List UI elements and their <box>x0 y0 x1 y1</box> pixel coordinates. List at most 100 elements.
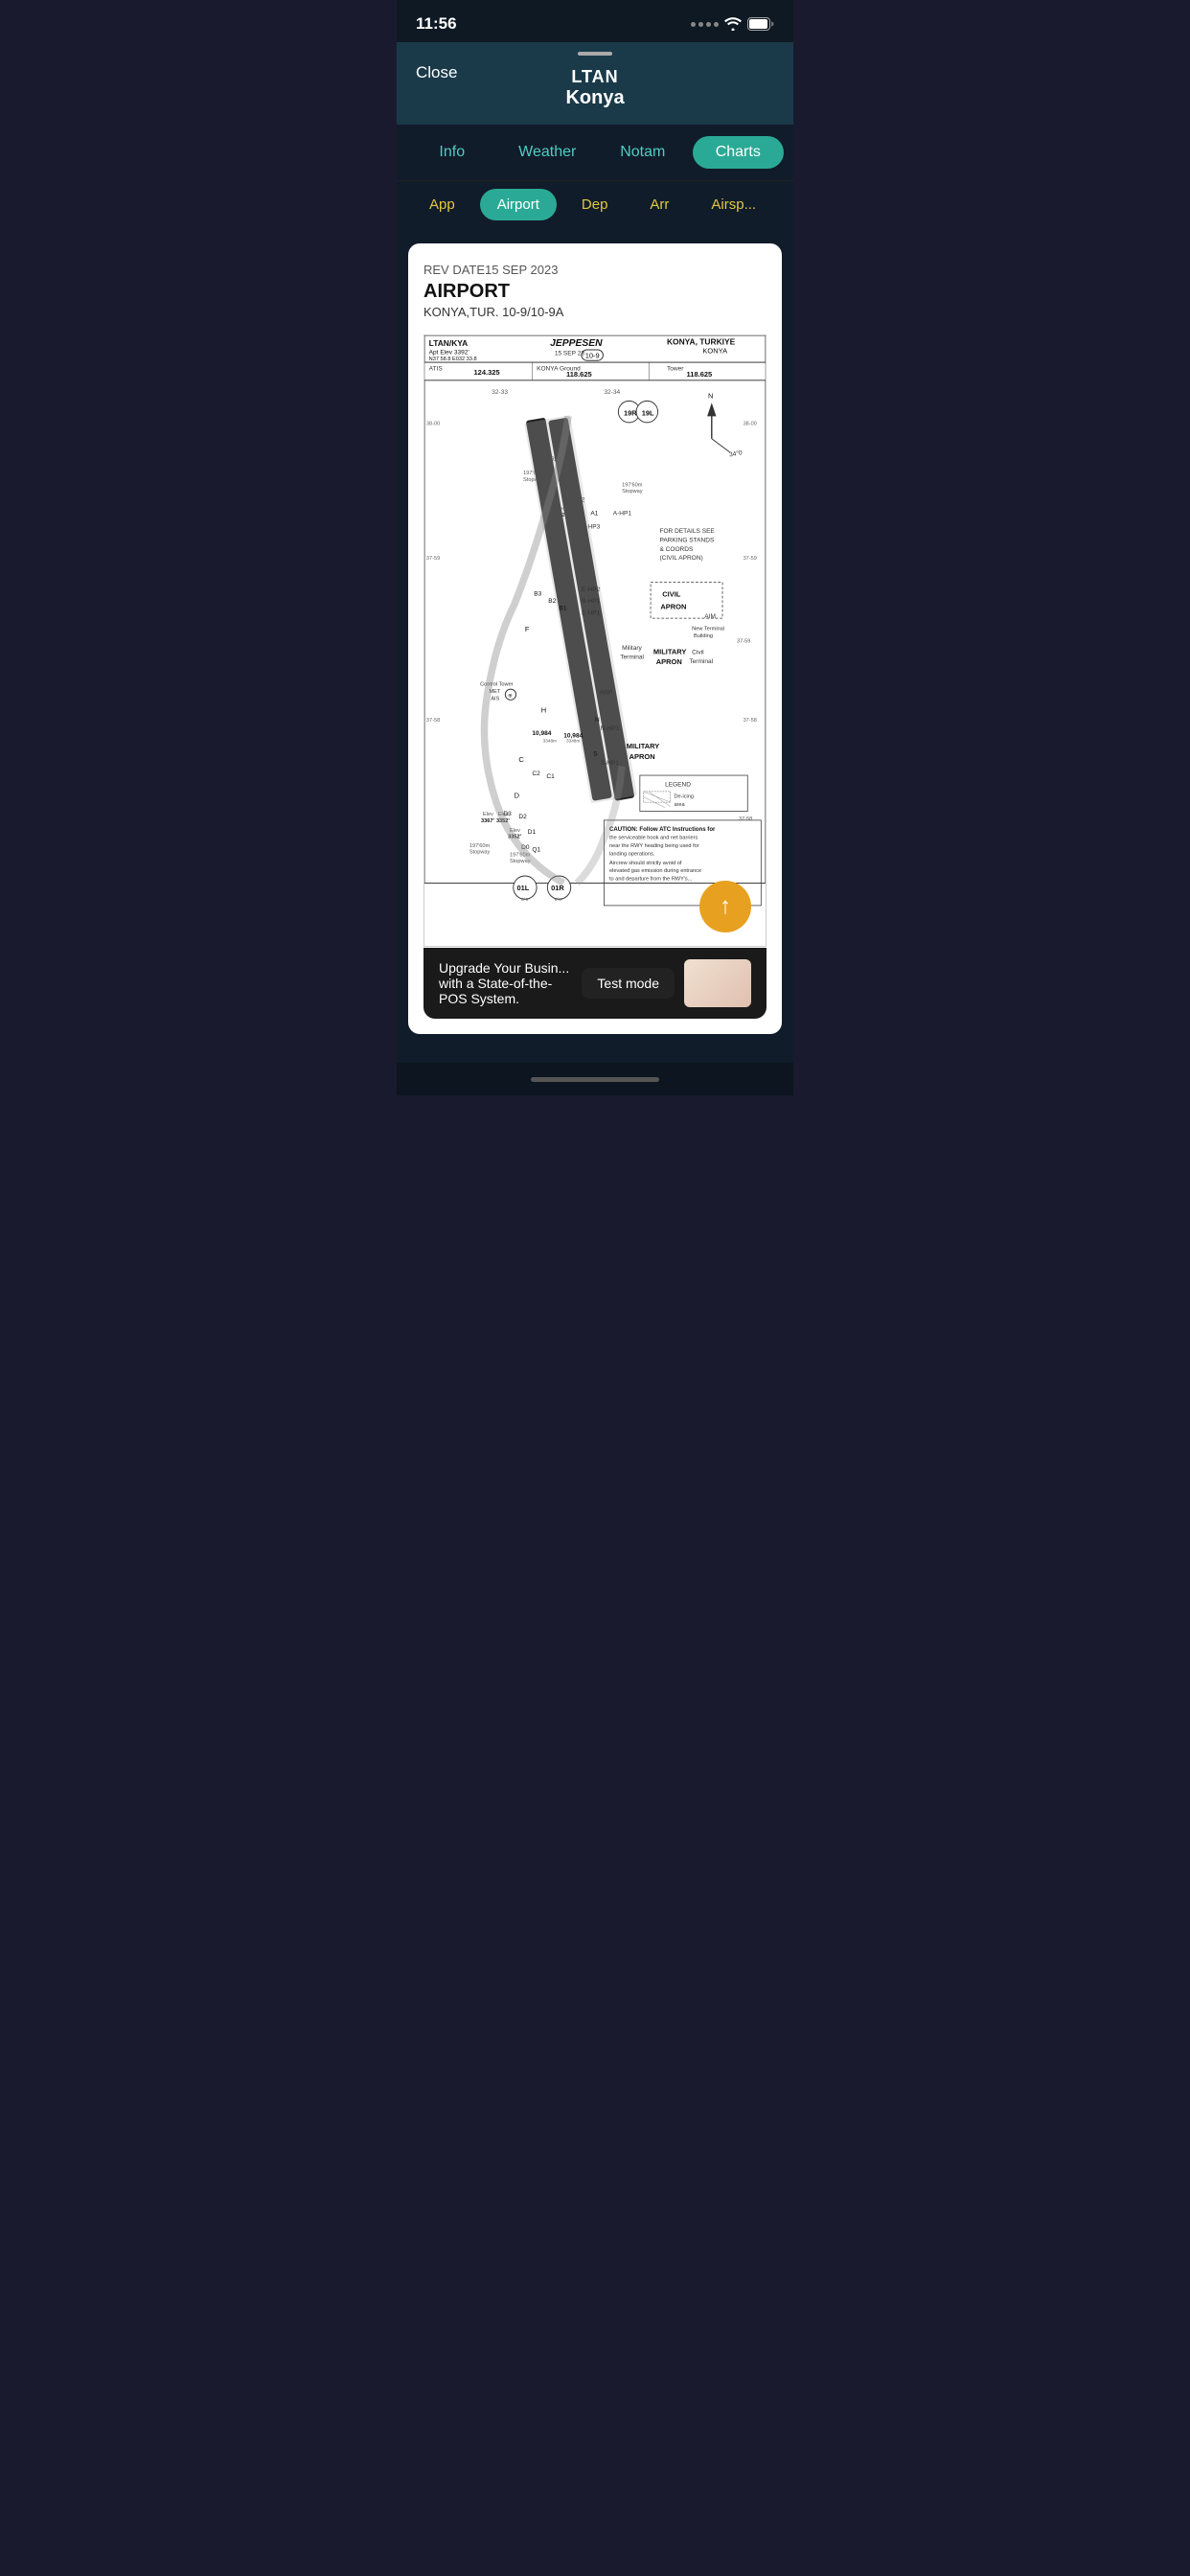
subtab-airsp[interactable]: Airsp... <box>694 189 773 220</box>
svg-text:37-58: 37-58 <box>739 816 752 822</box>
header: Close LTAN Konya <box>397 42 793 125</box>
svg-text:F: F <box>525 625 530 633</box>
svg-text:MILITARY: MILITARY <box>627 742 660 750</box>
svg-text:AIS: AIS <box>491 696 499 702</box>
svg-text:Apt Elev 3392': Apt Elev 3392' <box>429 350 469 356</box>
svg-text:⊕: ⊕ <box>508 694 513 700</box>
svg-text:E-HP1: E-HP1 <box>582 610 601 616</box>
svg-text:D2: D2 <box>518 814 527 820</box>
status-icons <box>691 17 774 31</box>
svg-text:118.625: 118.625 <box>687 370 713 379</box>
battery-icon <box>747 17 774 31</box>
svg-text:APRON: APRON <box>656 657 682 666</box>
svg-text:Stopway: Stopway <box>622 489 643 494</box>
svg-text:01L: 01L <box>516 884 529 892</box>
svg-text:elevated gas emission during e: elevated gas emission during entrance <box>609 868 701 874</box>
svg-text:New Terminal: New Terminal <box>692 626 724 632</box>
svg-text:N-HP1: N-HP1 <box>601 725 620 732</box>
svg-text:C: C <box>518 755 524 764</box>
signal-dots-icon <box>691 22 719 27</box>
ad-image <box>684 959 751 1007</box>
svg-text:0°0': 0°0' <box>521 897 529 902</box>
svg-text:32-34: 32-34 <box>604 389 620 396</box>
svg-text:37-58: 37-58 <box>426 718 440 724</box>
svg-text:LTAN/KYA: LTAN/KYA <box>429 338 469 348</box>
svg-text:197'60m: 197'60m <box>622 482 643 488</box>
subtab-app[interactable]: App <box>412 189 472 220</box>
svg-text:D1: D1 <box>528 829 537 836</box>
rev-date: REV DATE15 SEP 2023 <box>423 263 767 277</box>
svg-text:near the RWY heading being use: near the RWY heading being used for <box>609 843 699 849</box>
svg-text:APRON: APRON <box>660 603 686 611</box>
svg-text:B2: B2 <box>548 598 556 605</box>
chart-container: REV DATE15 SEP 2023 AIRPORT KONYA,TUR. 1… <box>397 232 793 1063</box>
chart-title: AIRPORT <box>423 281 767 303</box>
svg-text:01R: 01R <box>551 884 564 892</box>
svg-text:N: N <box>708 392 713 401</box>
subtab-airport[interactable]: Airport <box>480 189 557 220</box>
tab-weather[interactable]: Weather <box>502 136 594 169</box>
svg-text:38-00: 38-00 <box>744 422 757 427</box>
status-time: 11:56 <box>416 14 457 34</box>
test-mode-badge: Test mode <box>582 968 675 999</box>
svg-text:Tower: Tower <box>667 366 684 373</box>
svg-text:KONYA, TURKIYE: KONYA, TURKIYE <box>667 336 736 346</box>
tab-notam[interactable]: Notam <box>597 136 689 169</box>
svg-text:3348m: 3348m <box>566 738 580 743</box>
svg-text:37-58: 37-58 <box>744 718 757 724</box>
scroll-to-top-button[interactable]: ↑ <box>699 881 751 932</box>
subtab-arr[interactable]: Arr <box>632 189 686 220</box>
airport-code: LTAN <box>571 67 618 87</box>
subtab-dep[interactable]: Dep <box>564 189 626 220</box>
svg-text:37-59: 37-59 <box>737 638 750 644</box>
svg-text:H: H <box>541 705 546 714</box>
tab-info[interactable]: Info <box>406 136 498 169</box>
svg-text:APRON: APRON <box>629 752 655 761</box>
wifi-icon <box>724 17 742 31</box>
airport-chart-svg: LTAN/KYA Apt Elev 3392' N37 58.8 E032 33… <box>423 334 767 947</box>
svg-text:LEGEND: LEGEND <box>665 781 691 788</box>
svg-text:AIM: AIM <box>704 613 716 620</box>
svg-text:FOR DETAILS SEE: FOR DETAILS SEE <box>659 528 715 535</box>
svg-text:& COORDS: & COORDS <box>659 546 694 553</box>
chart-subtitle: KONYA,TUR. 10-9/10-9A <box>423 305 767 319</box>
svg-text:(CIVIL APRON): (CIVIL APRON) <box>659 555 702 562</box>
ad-text: Upgrade Your Busin... with a State-of-th… <box>439 960 572 1006</box>
svg-text:MILITARY: MILITARY <box>653 648 687 656</box>
svg-text:197'60m: 197'60m <box>469 843 491 849</box>
svg-text:32-33: 32-33 <box>492 389 508 396</box>
home-bar <box>531 1077 659 1082</box>
tab-charts[interactable]: Charts <box>693 136 785 169</box>
close-button[interactable]: Close <box>416 63 457 82</box>
up-arrow-icon: ↑ <box>720 893 731 920</box>
tab-bar: Info Weather Notam Charts <box>397 125 793 181</box>
svg-text:N: N <box>595 717 600 724</box>
svg-text:E-HP2: E-HP2 <box>582 586 601 593</box>
svg-text:Stopway: Stopway <box>469 850 491 856</box>
ad-banner: Upgrade Your Busin... with a State-of-th… <box>423 948 767 1019</box>
svg-text:37-59: 37-59 <box>426 556 440 562</box>
svg-text:38-00: 38-00 <box>426 422 440 427</box>
drag-handle <box>578 52 612 56</box>
svg-text:ARP: ARP <box>600 690 613 697</box>
svg-text:118.625: 118.625 <box>566 370 592 379</box>
svg-text:124.325: 124.325 <box>474 368 500 377</box>
svg-text:19L: 19L <box>642 408 654 417</box>
svg-text:0°0': 0°0' <box>555 897 562 902</box>
svg-text:CIVIL: CIVIL <box>662 590 681 599</box>
svg-text:Terminal: Terminal <box>620 654 644 660</box>
svg-text:Civil: Civil <box>692 650 704 656</box>
svg-text:area: area <box>674 802 685 808</box>
svg-text:A1: A1 <box>590 510 598 517</box>
svg-text:19R: 19R <box>624 408 637 417</box>
svg-text:Military: Military <box>622 645 642 652</box>
svg-text:landing operations.: landing operations. <box>609 851 655 857</box>
svg-text:the serviceable hook and net b: the serviceable hook and net barriers <box>609 836 698 841</box>
airport-name: Konya <box>565 87 624 109</box>
svg-text:S-HP1: S-HP1 <box>601 760 620 767</box>
svg-text:B-HP1: B-HP1 <box>582 598 601 605</box>
svg-text:3367': 3367' <box>481 818 494 824</box>
svg-text:JEPPESEN: JEPPESEN <box>550 338 603 349</box>
svg-text:S: S <box>593 750 598 757</box>
svg-text:De-icing: De-icing <box>674 794 694 799</box>
